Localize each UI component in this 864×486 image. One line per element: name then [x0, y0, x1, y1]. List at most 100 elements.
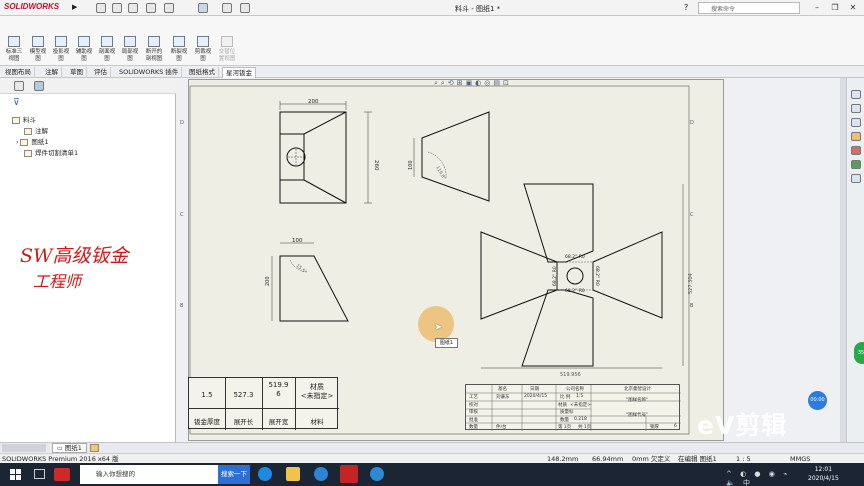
flat-pattern: [480, 183, 663, 367]
dim-flat-height: 527.304: [688, 273, 694, 294]
tb-cell: 校对: [469, 403, 478, 408]
solidworks-taskbar-icon[interactable]: [340, 465, 358, 483]
tb-cell: 批准: [469, 418, 478, 423]
flat-left-flange: [480, 231, 558, 320]
dim-flat-width: 519.956: [560, 372, 581, 378]
dim-front-width: 100: [292, 238, 303, 244]
tb-drawing-code: "图样代号": [626, 413, 649, 418]
windows-taskbar: 输入你想搜的 搜索一下 ^ ◐ ● ◉ ⌁ 🔈 中 12:01 2020/4/1…: [0, 463, 864, 486]
taskbar-search-input[interactable]: 输入你想搜的: [80, 465, 218, 484]
tb-company: 北京曼智设计: [624, 387, 651, 392]
zone-mark: B: [690, 303, 694, 309]
taskbar-clock[interactable]: 12:01 2020/4/15: [808, 465, 839, 483]
top-view: [279, 111, 347, 204]
zone-mark: C: [690, 212, 694, 218]
flat-hole: [566, 267, 584, 285]
flat-top-flange: [523, 183, 594, 263]
sheet-tab-1[interactable]: ▭ 图纸1: [52, 443, 87, 453]
dim-top-width: 200: [308, 99, 319, 105]
home-resources-icon[interactable]: [851, 90, 861, 99]
ev-recorder-watermark: eV剪辑: [697, 411, 788, 440]
sheetmetal-info-table: 1.5 527.3 519.9 6 材质 <未指定> 钣金厚度 展开长 展开宽 …: [188, 377, 339, 430]
dim-flat-r4: 68.2° R0: [594, 266, 600, 286]
tb-cell: 共 1页: [578, 425, 592, 430]
front-view-outline: [279, 255, 349, 322]
custom-properties-icon[interactable]: [851, 160, 861, 169]
tb-cell: 比 例: [560, 395, 571, 400]
design-library-icon[interactable]: [851, 104, 861, 113]
clock-date: 2020/4/15: [808, 475, 839, 482]
edge-icon[interactable]: [314, 467, 328, 481]
tb-cell: 工艺: [469, 395, 478, 400]
tb-cell: 材质: [558, 403, 567, 408]
edge-browser-icon[interactable]: [258, 467, 272, 481]
flat-bottom-flange: [521, 289, 594, 367]
zone-mark: C: [180, 212, 184, 218]
material-label: 材料: [310, 418, 324, 426]
side-badge[interactable]: 35: [854, 342, 864, 364]
tb-cell: 审核: [469, 410, 478, 415]
browser-icon[interactable]: [370, 467, 384, 481]
hover-tooltip: 图纸1: [435, 338, 458, 348]
file-explorer-icon[interactable]: [286, 467, 300, 481]
dim-flat-r1: 68.2° R0: [565, 254, 585, 260]
tb-cell: 2020/4/15: [524, 394, 548, 399]
tb-cell: 质量标: [560, 410, 574, 415]
thickness-value: 1.5: [201, 391, 213, 399]
dim-front-angle: 15.5°: [295, 263, 308, 275]
dim-top-height: 260: [373, 160, 379, 171]
view-palette-icon[interactable]: [851, 132, 861, 141]
dim-flat-r3: 68.2° R0: [552, 266, 558, 286]
taskbar-search-button[interactable]: 搜索一下: [218, 465, 250, 484]
tb-cell: 6: [674, 424, 677, 429]
side-view-outline: [421, 111, 490, 202]
top-view-outline: [279, 111, 347, 204]
tb-cell: <未指定>: [570, 403, 592, 408]
tb-drawing-name: "图样名称": [626, 398, 649, 403]
tb-cell: 刘谦东: [496, 395, 510, 400]
appearances-icon[interactable]: [851, 146, 861, 155]
dim-side-height: 100: [408, 160, 414, 170]
tb-cell: 钢厚: [650, 425, 659, 430]
task-view-icon[interactable]: [34, 469, 45, 479]
add-sheet-icon[interactable]: [90, 444, 99, 452]
solidworks-window: SOLIDWORKS ▶ 料斗 - 图纸1 * ? 搜索命令 – ❐ ✕ 标准三…: [0, 0, 864, 486]
tb-cell: 数量: [560, 418, 569, 423]
file-explorer-icon[interactable]: [851, 118, 861, 127]
recorder-timer-badge[interactable]: 00:00: [808, 391, 827, 410]
material-value: 材质 <未指定>: [300, 383, 334, 400]
zone-mark: B: [180, 303, 184, 309]
side-view: [421, 111, 490, 202]
flat-length-value: 527.3: [233, 391, 254, 399]
front-view: [279, 255, 349, 322]
zone-mark: D: [180, 120, 184, 126]
quick-app-icon[interactable]: [54, 468, 70, 481]
sheet-nav-arrows[interactable]: [2, 444, 46, 452]
task-pane-strip: [846, 78, 864, 442]
thickness-label: 钣金厚度: [194, 418, 220, 426]
sheet-tabs-bar: ▭ 图纸1: [0, 442, 864, 453]
title-block: 基名 日期 公司名称 北京曼智设计 工艺 刘谦东 2020/4/15 比 例 1…: [465, 384, 681, 431]
dim-front-height: 200: [265, 276, 271, 286]
flat-width-value: 519.9 6: [268, 381, 289, 398]
flat-width-label: 展开宽: [268, 418, 289, 426]
dim-flat-r2: 68.2° R0: [565, 288, 585, 294]
zone-mark: D: [690, 120, 694, 126]
status-bar: SOLIDWORKS Premium 2016 x64 版 148.2mm 66…: [0, 453, 864, 463]
tb-header: 公司名称: [566, 387, 584, 392]
tb-header: 日期: [530, 387, 539, 392]
sheet-tab-icon: ▭: [57, 445, 63, 452]
tray-icons[interactable]: ^ ◐ ● ◉ ⌁ 🔈 中: [726, 470, 796, 486]
windows-start-icon[interactable]: [2, 464, 28, 485]
flat-length-label: 展开长: [233, 418, 254, 426]
dim-side-angle: 119.8°: [434, 165, 447, 181]
flat-right-flange: [592, 231, 663, 319]
tb-cell: 件/台: [496, 425, 507, 430]
tb-cell: 第 1页: [558, 425, 572, 430]
mouse-cursor-icon: ➤: [434, 322, 443, 333]
tb-cell: 0.218: [574, 417, 587, 422]
solidworks-forum-icon[interactable]: [851, 174, 861, 183]
tb-cell: 数量: [469, 425, 478, 430]
clock-time: 12:01: [814, 466, 833, 473]
tb-cell: 1:5: [576, 394, 584, 399]
